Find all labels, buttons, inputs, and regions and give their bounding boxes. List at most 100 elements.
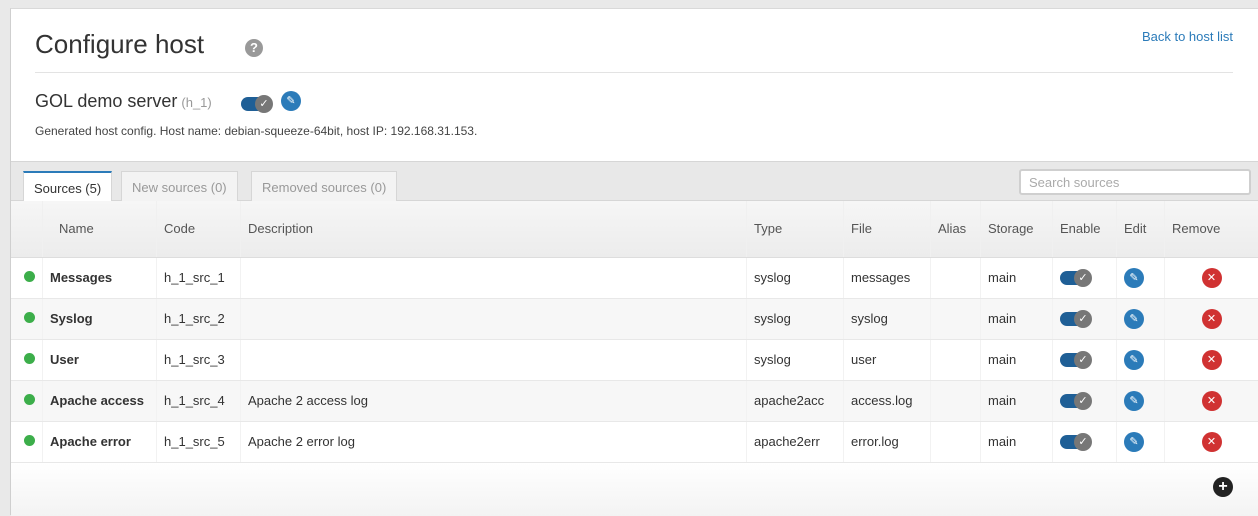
tab-sources[interactable]: Sources (5) <box>23 171 112 203</box>
table-row[interactable]: Apache error h_1_src_5 Apache 2 error lo… <box>11 421 1258 462</box>
enable-cell: ✓ <box>1053 380 1117 421</box>
pencil-icon: ✎ <box>1129 272 1138 284</box>
remove-button[interactable]: ✕ <box>1202 432 1222 452</box>
status-dot-icon <box>24 312 35 323</box>
column-header-type[interactable]: Type <box>747 201 844 257</box>
pencil-icon: ✎ <box>1129 354 1138 366</box>
enable-toggle[interactable]: ✓ <box>1060 271 1090 285</box>
enable-cell: ✓ <box>1053 298 1117 339</box>
status-cell <box>11 298 43 339</box>
column-header-code[interactable]: Code <box>157 201 241 257</box>
configure-host-panel: Configure host ? Back to host list GOL d… <box>10 8 1258 515</box>
enable-cell: ✓ <box>1053 421 1117 462</box>
plus-icon: + <box>1218 478 1227 495</box>
source-alias <box>931 257 981 298</box>
help-icon[interactable]: ? <box>245 39 263 57</box>
enable-toggle[interactable]: ✓ <box>1060 435 1090 449</box>
source-name: Apache error <box>43 421 157 462</box>
status-cell <box>11 339 43 380</box>
remove-button[interactable]: ✕ <box>1202 391 1222 411</box>
source-type: syslog <box>747 298 844 339</box>
remove-button[interactable]: ✕ <box>1202 350 1222 370</box>
host-enable-toggle[interactable]: ✓ <box>241 97 271 111</box>
source-description: Apache 2 access log <box>241 380 747 421</box>
edit-cell: ✎ <box>1117 380 1165 421</box>
source-name: Syslog <box>43 298 157 339</box>
edit-button[interactable]: ✎ <box>1124 391 1144 411</box>
edit-button[interactable]: ✎ <box>1124 268 1144 288</box>
remove-button[interactable]: ✕ <box>1202 309 1222 329</box>
source-file: access.log <box>844 380 931 421</box>
source-description <box>241 298 747 339</box>
check-icon: ✓ <box>1074 392 1092 410</box>
column-header-file[interactable]: File <box>844 201 931 257</box>
remove-cell: ✕ <box>1165 339 1258 380</box>
pencil-icon: ✎ <box>1129 436 1138 448</box>
check-icon: ✓ <box>1074 351 1092 369</box>
column-header-name[interactable]: Name <box>43 201 157 257</box>
source-storage: main <box>981 298 1053 339</box>
edit-cell: ✎ <box>1117 421 1165 462</box>
tab-new-sources[interactable]: New sources (0) <box>121 171 238 202</box>
status-dot-icon <box>24 394 35 405</box>
tabs-bar: Sources (5) New sources (0) Removed sour… <box>11 161 1258 201</box>
source-storage: main <box>981 339 1053 380</box>
search-input[interactable] <box>1019 169 1251 195</box>
source-code: h_1_src_1 <box>157 257 241 298</box>
source-file: error.log <box>844 421 931 462</box>
table-row[interactable]: Syslog h_1_src_2 syslog syslog main ✓ ✎ … <box>11 298 1258 339</box>
source-type: syslog <box>747 257 844 298</box>
column-header-description[interactable]: Description <box>241 201 747 257</box>
source-alias <box>931 380 981 421</box>
host-code: (h_1) <box>181 95 211 110</box>
divider <box>35 72 1233 73</box>
remove-cell: ✕ <box>1165 257 1258 298</box>
status-cell <box>11 257 43 298</box>
add-source-button[interactable]: + <box>1213 477 1233 497</box>
close-icon: ✕ <box>1207 436 1216 448</box>
enable-toggle[interactable]: ✓ <box>1060 353 1090 367</box>
close-icon: ✕ <box>1207 354 1216 366</box>
source-code: h_1_src_5 <box>157 421 241 462</box>
check-icon: ✓ <box>255 95 273 113</box>
host-name: GOL demo server <box>35 91 177 111</box>
source-description <box>241 339 747 380</box>
remove-button[interactable]: ✕ <box>1202 268 1222 288</box>
source-alias <box>931 421 981 462</box>
enable-toggle[interactable]: ✓ <box>1060 394 1090 408</box>
remove-cell: ✕ <box>1165 380 1258 421</box>
table-row[interactable]: Apache access h_1_src_4 Apache 2 access … <box>11 380 1258 421</box>
enable-toggle[interactable]: ✓ <box>1060 312 1090 326</box>
remove-cell: ✕ <box>1165 421 1258 462</box>
source-alias <box>931 339 981 380</box>
edit-button[interactable]: ✎ <box>1124 350 1144 370</box>
source-storage: main <box>981 421 1053 462</box>
edit-button[interactable]: ✎ <box>1124 432 1144 452</box>
column-header-edit: Edit <box>1117 201 1165 257</box>
table-row[interactable]: Messages h_1_src_1 syslog messages main … <box>11 257 1258 298</box>
sources-table: Name Code Description Type File Alias St… <box>11 201 1258 463</box>
column-header-alias[interactable]: Alias <box>931 201 981 257</box>
column-header-enable: Enable <box>1053 201 1117 257</box>
source-type: apache2err <box>747 421 844 462</box>
pencil-icon: ✎ <box>286 95 295 107</box>
enable-cell: ✓ <box>1053 257 1117 298</box>
status-dot-icon <box>24 435 35 446</box>
column-header-storage[interactable]: Storage <box>981 201 1053 257</box>
remove-cell: ✕ <box>1165 298 1258 339</box>
table-row[interactable]: User h_1_src_3 syslog user main ✓ ✎ ✕ <box>11 339 1258 380</box>
edit-cell: ✎ <box>1117 339 1165 380</box>
source-name: Apache access <box>43 380 157 421</box>
back-to-host-list-link[interactable]: Back to host list <box>1142 29 1233 44</box>
check-icon: ✓ <box>1074 433 1092 451</box>
host-edit-button[interactable]: ✎ <box>281 91 301 111</box>
tab-removed-sources[interactable]: Removed sources (0) <box>251 171 397 202</box>
source-file: messages <box>844 257 931 298</box>
edit-button[interactable]: ✎ <box>1124 309 1144 329</box>
close-icon: ✕ <box>1207 272 1216 284</box>
source-storage: main <box>981 380 1053 421</box>
header: Configure host ? Back to host list GOL d… <box>11 9 1258 161</box>
pencil-icon: ✎ <box>1129 313 1138 325</box>
close-icon: ✕ <box>1207 395 1216 407</box>
status-cell <box>11 421 43 462</box>
